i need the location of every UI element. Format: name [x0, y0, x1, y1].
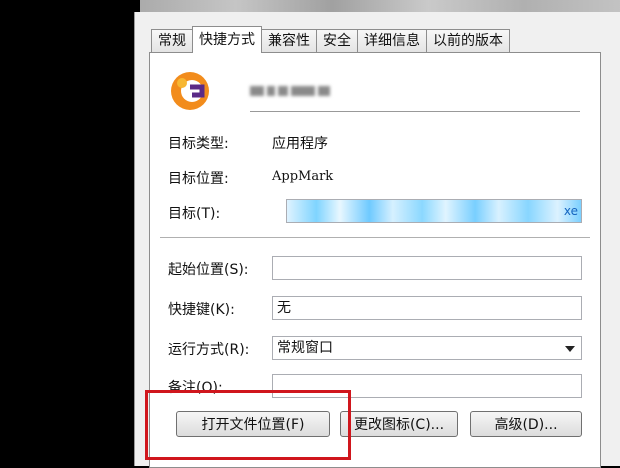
run-select-value: 常规窗口 [277, 340, 333, 356]
shortcut-tab-panel: 目标类型: 应用程序 目标位置: AppMark 目标(T): xe 起始位置(… [149, 52, 601, 468]
target-type-label: 目标类型: [168, 136, 229, 152]
section-divider [160, 237, 590, 238]
comment-label: 备注(O): [168, 380, 223, 396]
target-input[interactable]: xe [286, 199, 582, 223]
tab-security[interactable]: 安全 [316, 29, 358, 52]
advanced-button[interactable]: 高级(D)... [470, 411, 582, 437]
tab-details[interactable]: 详细信息 [357, 29, 427, 52]
start-in-input[interactable] [272, 256, 582, 280]
change-icon-button[interactable]: 更改图标(C)... [340, 411, 458, 437]
target-location-value: AppMark [272, 169, 334, 184]
tab-general[interactable]: 常规 [151, 29, 193, 52]
open-file-location-button[interactable]: 打开文件位置(F) [176, 411, 330, 437]
tab-bar: 常规 快捷方式 兼容性 安全 详细信息 以前的版本 [151, 26, 620, 53]
run-select[interactable]: 常规窗口 [272, 336, 582, 360]
shortcut-key-label: 快捷键(K): [168, 302, 235, 318]
target-location-label: 目标位置: [168, 171, 229, 187]
start-in-label: 起始位置(S): [168, 262, 249, 278]
app-icon [171, 72, 209, 110]
comment-input[interactable] [272, 374, 582, 398]
shortcut-properties-dialog: 常规 快捷方式 兼容性 安全 详细信息 以前的版本 目标类型: 应用程序 目标位… [134, 12, 620, 468]
run-label: 运行方式(R): [168, 342, 250, 358]
name-underline [250, 111, 580, 112]
tab-compatibility[interactable]: 兼容性 [261, 29, 317, 52]
shortcut-key-input[interactable]: 无 [272, 296, 582, 320]
tab-previous-versions[interactable]: 以前的版本 [426, 29, 510, 52]
target-type-value: 应用程序 [272, 136, 328, 152]
tab-shortcut[interactable]: 快捷方式 [192, 26, 262, 53]
dropdown-arrow-icon [565, 346, 575, 352]
app-name-blurred [250, 81, 360, 101]
target-label: 目标(T): [168, 206, 221, 222]
